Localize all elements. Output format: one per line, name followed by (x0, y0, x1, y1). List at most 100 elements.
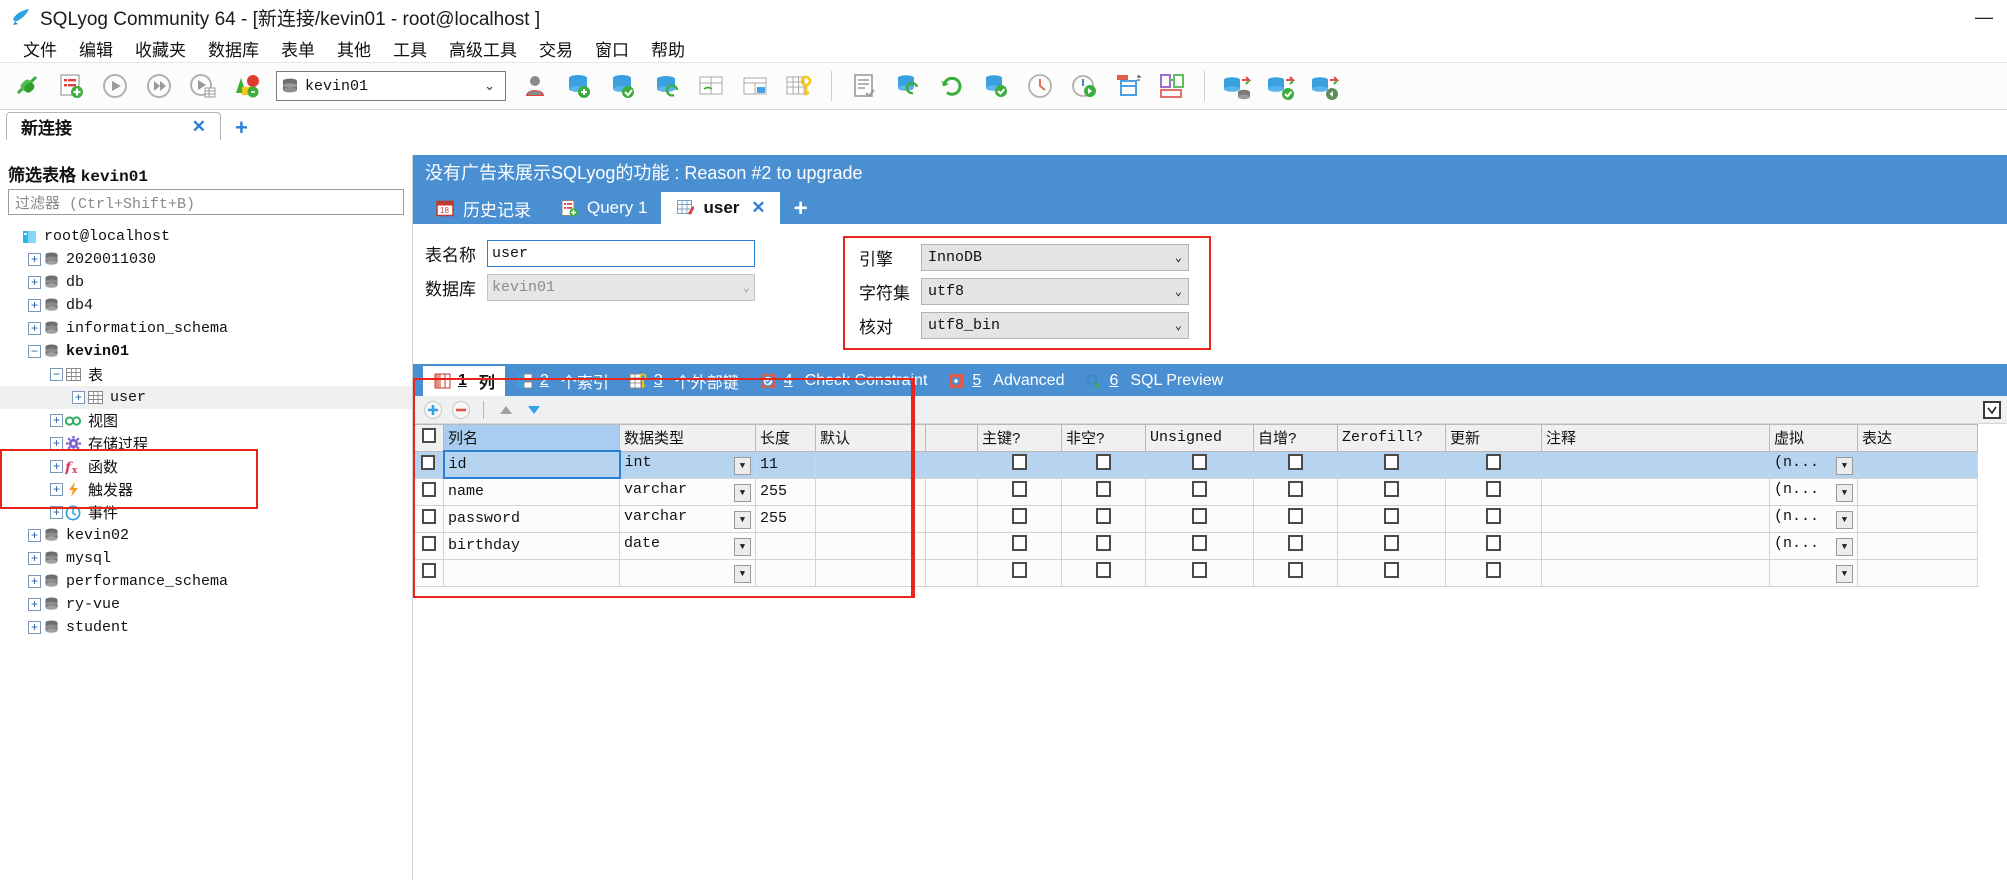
execute-query-icon[interactable] (94, 65, 136, 107)
onupdate-checkbox[interactable] (1486, 481, 1501, 497)
zerofill-checkbox[interactable] (1384, 481, 1399, 497)
pk-checkbox[interactable] (1012, 481, 1027, 497)
editor-tab--[interactable]: 18 历史记录 (421, 192, 545, 224)
auto-increment-header[interactable]: 自增? (1253, 424, 1338, 452)
subtab--[interactable]: 1 列 (423, 366, 505, 396)
run-scheduler-icon[interactable] (1063, 65, 1105, 107)
tree-node-performance-schema[interactable]: + performance_schema (0, 570, 412, 593)
auto-checkbox[interactable] (1288, 454, 1303, 470)
unsigned-checkbox[interactable] (1192, 481, 1207, 497)
zerofill-cell[interactable] (1337, 450, 1446, 479)
column-name-cell[interactable]: id (442, 450, 621, 479)
length-cell[interactable] (755, 531, 816, 560)
notnull-checkbox[interactable] (1096, 481, 1111, 497)
restore-database-icon[interactable] (602, 65, 644, 107)
tree-node-db4[interactable]: + db4 (0, 294, 412, 317)
expand-icon[interactable]: + (28, 253, 41, 266)
collation-select[interactable]: utf8_bin ⌄ (921, 311, 1189, 339)
auto-cell[interactable] (1253, 450, 1338, 479)
select-all-checkbox[interactable] (421, 427, 436, 443)
minimize-button[interactable]: — (1961, 1, 2007, 33)
connection-tab-new[interactable]: 新连接 ✕ (6, 112, 221, 140)
execute-query-to-grid-icon[interactable] (182, 65, 224, 107)
chevron-down-icon[interactable]: ▼ (1836, 538, 1853, 556)
pk-cell[interactable] (977, 450, 1062, 479)
row-select-checkbox[interactable] (421, 562, 436, 578)
on-update-header[interactable]: 更新 (1445, 424, 1542, 452)
unsigned-cell[interactable] (1145, 558, 1254, 587)
close-icon[interactable]: ✕ (751, 198, 765, 218)
scheduler-clock-icon[interactable] (1019, 65, 1061, 107)
column-name-cell[interactable]: name (443, 477, 620, 506)
toggle-all-checkbox[interactable] (1983, 400, 2001, 419)
collapse-icon[interactable]: − (50, 368, 63, 381)
stop-execution-icon[interactable] (226, 65, 268, 107)
tree-node--[interactable]: + 事件 (0, 501, 412, 524)
data-type-header[interactable]: 数据类型 (619, 424, 756, 452)
import-external-data-icon[interactable] (1216, 65, 1258, 107)
zerofill-cell[interactable] (1337, 504, 1446, 533)
comment-header[interactable]: 注释 (1541, 424, 1770, 452)
notnull-cell[interactable] (1061, 504, 1146, 533)
comment-cell[interactable] (1541, 450, 1770, 479)
tree-node-db[interactable]: + db (0, 271, 412, 294)
row-select-checkbox[interactable] (421, 508, 436, 524)
menu-database[interactable]: 数据库 (197, 34, 270, 63)
collapse-icon[interactable]: − (28, 345, 41, 358)
comment-cell[interactable] (1541, 531, 1770, 560)
onupdate-cell[interactable] (1445, 504, 1542, 533)
default-cell[interactable] (815, 558, 926, 587)
chevron-down-icon[interactable]: ▼ (1836, 484, 1853, 502)
chevron-down-icon[interactable]: ▼ (1836, 565, 1853, 583)
virtual-cell[interactable]: ▼ (n... (1769, 531, 1858, 560)
unsigned-checkbox[interactable] (1192, 454, 1207, 470)
length-cell[interactable]: 255 (755, 504, 816, 533)
onupdate-cell[interactable] (1445, 477, 1542, 506)
remove-column-button[interactable] (449, 398, 473, 422)
add-connection-button[interactable]: + (221, 116, 262, 140)
menu-transaction[interactable]: 交易 (528, 34, 584, 63)
table-row[interactable]: ▼ ▼ (413, 558, 1978, 587)
expand-icon[interactable]: + (28, 322, 41, 335)
row-select-cell[interactable] (413, 558, 444, 587)
subtab--[interactable]: 3 个外部键 (619, 366, 749, 396)
zerofill-checkbox[interactable] (1384, 508, 1399, 524)
virtual-cell[interactable]: ▼ (n... (1769, 504, 1858, 533)
auto-cell[interactable] (1253, 477, 1338, 506)
table-row[interactable]: password ▼ varchar 255 ▼ (n... (413, 504, 1978, 533)
expression-cell[interactable] (1857, 531, 1978, 560)
menu-help[interactable]: 帮助 (640, 34, 696, 63)
auto-checkbox[interactable] (1288, 535, 1303, 551)
row-select-checkbox[interactable] (421, 535, 436, 551)
user-manager-icon[interactable] (514, 65, 556, 107)
table-key-icon[interactable] (778, 65, 820, 107)
zerofill-cell[interactable] (1337, 558, 1446, 587)
pk-checkbox[interactable] (1012, 454, 1027, 470)
table-name-input[interactable]: user (487, 239, 755, 267)
length-header[interactable]: 长度 (755, 424, 816, 452)
chevron-down-icon[interactable]: ▼ (734, 538, 751, 556)
data-type-cell[interactable]: ▼ varchar (619, 504, 756, 533)
editor-tab-query-1[interactable]: Query 1 (545, 192, 661, 224)
expression-cell[interactable] (1857, 504, 1978, 533)
unsigned-cell[interactable] (1145, 504, 1254, 533)
row-select-cell[interactable] (413, 531, 444, 560)
subtab--[interactable]: 2 个索引 (505, 366, 619, 396)
add-column-button[interactable] (421, 398, 445, 422)
comment-cell[interactable] (1541, 477, 1770, 506)
zerofill-cell[interactable] (1337, 477, 1446, 506)
chevron-down-icon[interactable]: ▼ (734, 511, 751, 529)
expand-icon[interactable]: + (28, 621, 41, 634)
length-cell[interactable]: 11 (755, 450, 816, 479)
data-type-cell[interactable]: ▼ (619, 558, 756, 587)
expand-icon[interactable]: + (72, 391, 85, 404)
pk-cell[interactable] (977, 477, 1062, 506)
not-null-header[interactable]: 非空? (1061, 424, 1146, 452)
onupdate-cell[interactable] (1445, 450, 1542, 479)
pk-checkbox[interactable] (1012, 508, 1027, 524)
tree-node--[interactable]: + 视图 (0, 409, 412, 432)
query-builder-icon[interactable] (734, 65, 776, 107)
unsigned-header[interactable]: Unsigned (1145, 424, 1254, 452)
table-row[interactable]: birthday ▼ date ▼ (n... (413, 531, 1978, 560)
unsigned-cell[interactable] (1145, 477, 1254, 506)
